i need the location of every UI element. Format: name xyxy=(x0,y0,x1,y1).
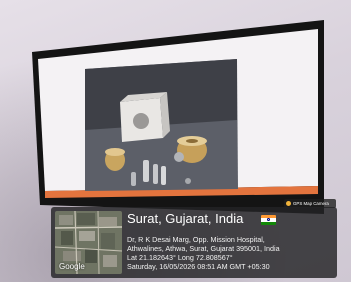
coordinates: Lat 21.182643° Long 72.808567° xyxy=(127,253,233,262)
small-part-5 xyxy=(174,152,184,162)
address-line-2: Athwalines, Athwa, Surat, Gujarat 395001… xyxy=(127,244,280,253)
photo-background: GPS Map Camera Google Surat, Gujarat, In… xyxy=(0,0,351,282)
location-title: Surat, Gujarat, India xyxy=(127,211,244,226)
small-part-1 xyxy=(143,160,149,182)
location-pin-icon xyxy=(286,201,291,206)
map-thumbnail: Google xyxy=(55,211,122,274)
gps-badge-label: GPS Map Camera xyxy=(293,201,329,206)
india-flag-icon xyxy=(261,215,276,225)
small-part-4 xyxy=(131,172,136,186)
timestamp: Saturday, 16/05/2026 08:51 AM GMT +05:30 xyxy=(127,262,270,271)
address-line-1: Dr, R K Desai Marg, Opp. Mission Hospita… xyxy=(127,235,265,244)
small-part-2 xyxy=(153,164,158,184)
map-provider-label: Google xyxy=(59,262,85,271)
cube-hole xyxy=(133,113,149,129)
small-part-3 xyxy=(161,166,166,185)
small-part-6 xyxy=(185,178,191,184)
